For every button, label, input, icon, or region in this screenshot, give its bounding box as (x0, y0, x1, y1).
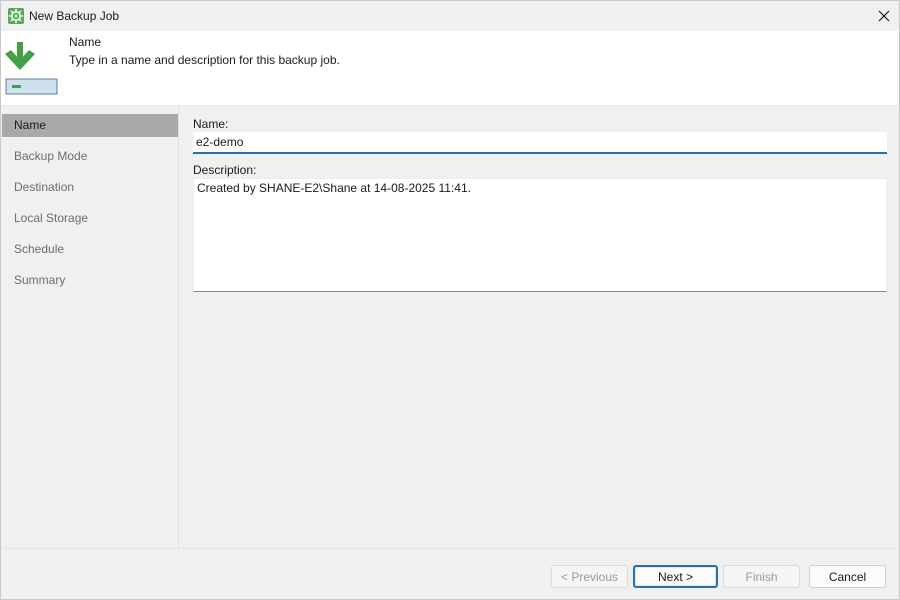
name-input[interactable] (193, 132, 887, 154)
description-textarea[interactable]: Created by SHANE-E2\Shane at 14-08-2025 … (193, 178, 887, 292)
finish-button[interactable]: Finish (723, 565, 800, 588)
next-button[interactable]: Next > (633, 565, 718, 588)
name-label: Name: (193, 117, 229, 131)
close-icon (878, 10, 890, 22)
step-destination[interactable]: Destination (1, 176, 178, 199)
step-name[interactable]: Name (2, 114, 178, 137)
step-local-storage[interactable]: Local Storage (1, 207, 178, 230)
description-label: Description: (193, 163, 257, 177)
wizard-steps-sidebar: Name Backup Mode Destination Local Stora… (1, 106, 179, 548)
window-title: New Backup Job (29, 9, 120, 23)
cancel-button[interactable]: Cancel (809, 565, 886, 588)
wizard-header: Name Type in a name and description for … (1, 31, 899, 105)
header-description: Type in a name and description for this … (69, 53, 340, 67)
new-backup-job-window: New Backup Job Name Type in a name and d… (0, 0, 900, 600)
header-title: Name (69, 35, 102, 49)
gear-icon (8, 8, 24, 24)
previous-button[interactable]: < Previous (551, 565, 628, 588)
title-bar: New Backup Job (1, 1, 899, 31)
wizard-footer: < Previous Next > Finish Cancel (1, 548, 899, 599)
step-schedule[interactable]: Schedule (1, 238, 178, 261)
step-summary[interactable]: Summary (1, 269, 178, 292)
step-backup-mode[interactable]: Backup Mode (1, 145, 178, 168)
close-button[interactable] (869, 1, 899, 31)
main-content: Name: Description: Created by SHANE-E2\S… (180, 106, 899, 548)
download-arrow-icon (5, 39, 59, 95)
